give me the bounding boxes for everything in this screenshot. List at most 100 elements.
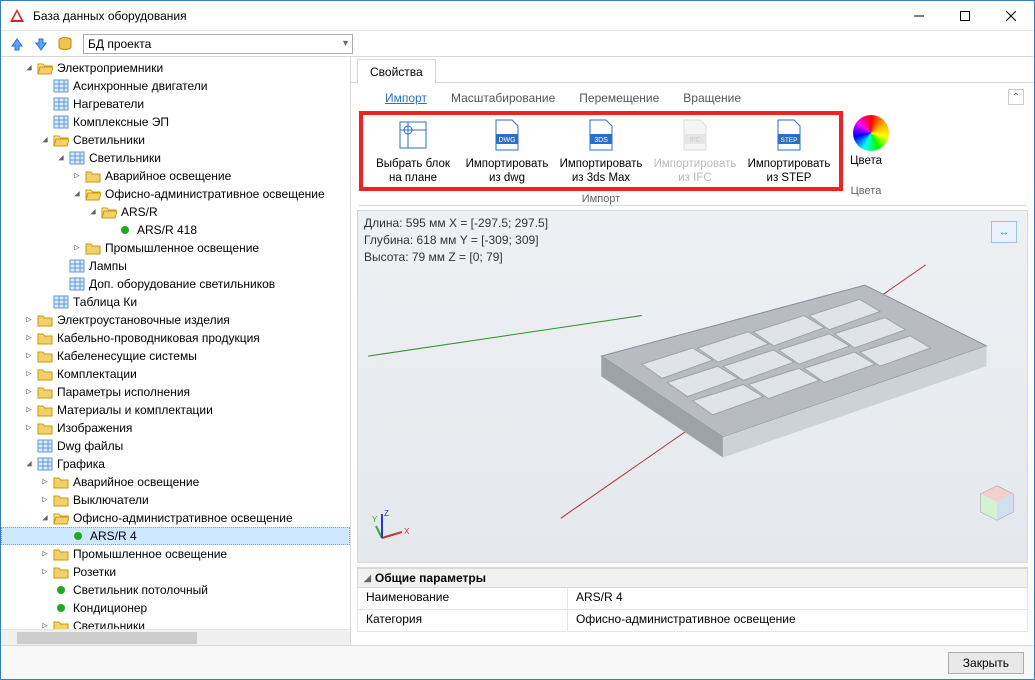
tree-toggle[interactable] xyxy=(39,495,51,505)
tree-row[interactable]: Светильники xyxy=(1,149,350,167)
property-row[interactable]: КатегорияОфисно-административное освещен… xyxy=(357,610,1028,632)
tree-row[interactable]: Материалы и комплектации xyxy=(1,401,350,419)
tree-toggle[interactable] xyxy=(23,63,35,73)
tree-row[interactable]: Аварийное освещение xyxy=(1,167,350,185)
import-dwg-button[interactable]: DWG Импортировать из dwg xyxy=(463,117,551,185)
tree-label: ARS/R 4 xyxy=(88,529,139,543)
tree-row[interactable]: Таблица Ки xyxy=(1,293,350,311)
tree-toggle[interactable] xyxy=(39,513,51,523)
tree-row[interactable]: Промышленное освещение xyxy=(1,239,350,257)
property-value[interactable]: Офисно-административное освещение xyxy=(568,610,1027,631)
tree-toggle[interactable] xyxy=(39,549,51,559)
tree-row[interactable]: Dwg файлы xyxy=(1,437,350,455)
ribbon-collapse-button[interactable]: ⌃ xyxy=(1008,89,1024,105)
tree-row[interactable]: Параметры исполнения xyxy=(1,383,350,401)
tree-toggle[interactable] xyxy=(23,315,35,325)
tree-toggle[interactable] xyxy=(39,567,51,577)
tree-row[interactable]: Кабеленесущие системы xyxy=(1,347,350,365)
tree-row[interactable]: Светильник потолочный xyxy=(1,581,350,599)
tree-toggle[interactable] xyxy=(71,189,83,199)
folder-open-icon xyxy=(53,510,69,526)
tree-row[interactable]: Электроустановочные изделия xyxy=(1,311,350,329)
tree-row[interactable]: ARS/R xyxy=(1,203,350,221)
folder-icon xyxy=(37,348,53,364)
tree-row[interactable]: Выключатели xyxy=(1,491,350,509)
folder-icon xyxy=(53,546,69,562)
tree-toggle[interactable] xyxy=(55,153,67,163)
tree-row[interactable]: Светильники xyxy=(1,131,350,149)
database-selector[interactable]: БД проекта xyxy=(83,34,353,54)
tree-toggle[interactable] xyxy=(71,171,83,181)
tree-row[interactable]: Кондиционер xyxy=(1,599,350,617)
import-3ds-button[interactable]: 3DS Импортировать из 3ds Max xyxy=(557,117,645,185)
equipment-tree[interactable]: ЭлектроприемникиАсинхронные двигателиНаг… xyxy=(1,57,350,637)
tree-row[interactable]: Комплексные ЭП xyxy=(1,113,350,131)
tree-toggle[interactable] xyxy=(39,135,51,145)
tree-toggle[interactable] xyxy=(23,459,35,469)
tree-row[interactable]: Аварийное освещение xyxy=(1,473,350,491)
tree-label: Доп. оборудование светильников xyxy=(87,277,277,291)
import-step-button[interactable]: STEP Импортировать из STEP xyxy=(745,117,833,185)
tree-toggle[interactable] xyxy=(23,351,35,361)
ribbon-tab-import[interactable]: Импорт xyxy=(385,91,427,105)
dwg-icon: DWG xyxy=(489,117,525,153)
properties-header[interactable]: Общие параметры xyxy=(357,568,1028,588)
tree-row[interactable]: ARS/R 418 xyxy=(1,221,350,239)
tree-row[interactable]: Графика xyxy=(1,455,350,473)
property-value[interactable]: ARS/R 4 xyxy=(568,588,1027,609)
tree-row[interactable]: Розетки xyxy=(1,563,350,581)
ribbon-tab-scale[interactable]: Масштабирование xyxy=(451,91,555,105)
tree-row[interactable]: Офисно-административное освещение xyxy=(1,185,350,203)
table-icon xyxy=(69,150,85,166)
tree-row[interactable]: Кабельно-проводниковая продукция xyxy=(1,329,350,347)
table-icon xyxy=(69,276,85,292)
tree-toggle[interactable] xyxy=(23,387,35,397)
tree-label: Таблица Ки xyxy=(71,295,139,309)
nav-up-button[interactable] xyxy=(7,34,27,54)
database-icon[interactable] xyxy=(55,34,75,54)
table-icon xyxy=(53,114,69,130)
ribbon-group-label-colors: Цвета xyxy=(851,185,882,197)
ribbon-tab-move[interactable]: Перемещение xyxy=(579,91,659,105)
tree-row[interactable]: Лампы xyxy=(1,257,350,275)
tree-toggle[interactable] xyxy=(39,477,51,487)
main-toolbar: БД проекта xyxy=(1,31,1034,57)
color-wheel-icon[interactable] xyxy=(853,115,889,151)
tree-label: Графика xyxy=(55,457,107,471)
tree-row[interactable]: Изображения xyxy=(1,419,350,437)
close-button[interactable] xyxy=(988,1,1034,31)
svg-text:STEP: STEP xyxy=(781,137,798,144)
tree-label: Кабеленесущие системы xyxy=(55,349,199,363)
tree-toggle[interactable] xyxy=(23,405,35,415)
folder-icon xyxy=(37,312,53,328)
tree-row[interactable]: Асинхронные двигатели xyxy=(1,77,350,95)
tree-row[interactable]: ARS/R 4 xyxy=(1,527,350,545)
nav-down-button[interactable] xyxy=(31,34,51,54)
model-viewport[interactable]: Длина: 595 мм X = [-297.5; 297.5] Глубин… xyxy=(357,210,1028,563)
view-cube[interactable] xyxy=(977,482,1017,522)
tree-row[interactable]: Доп. оборудование светильников xyxy=(1,275,350,293)
tree-row[interactable]: Электроприемники xyxy=(1,59,350,77)
horizontal-scrollbar[interactable] xyxy=(1,629,350,645)
close-dialog-button[interactable]: Закрыть xyxy=(948,652,1024,674)
tree-toggle[interactable] xyxy=(23,369,35,379)
maximize-button[interactable] xyxy=(942,1,988,31)
axis-widget[interactable]: XYZ xyxy=(372,508,412,548)
select-block-button[interactable]: Выбрать блок на плане xyxy=(369,117,457,185)
tree-toggle[interactable] xyxy=(87,207,99,217)
tree-row[interactable]: Промышленное освещение xyxy=(1,545,350,563)
ribbon-tab-rotate[interactable]: Вращение xyxy=(683,91,741,105)
property-row[interactable]: НаименованиеARS/R 4 xyxy=(357,588,1028,610)
minimize-button[interactable] xyxy=(896,1,942,31)
folder-icon xyxy=(37,366,53,382)
tab-properties[interactable]: Свойства xyxy=(357,59,436,83)
tree-toggle[interactable] xyxy=(71,243,83,253)
tree-row[interactable]: Комплектации xyxy=(1,365,350,383)
tree-toggle[interactable] xyxy=(23,333,35,343)
tree-label: Комплектации xyxy=(55,367,139,381)
tree-row[interactable]: Нагреватели xyxy=(1,95,350,113)
folder-open-icon xyxy=(101,204,117,220)
svg-text:Y: Y xyxy=(372,515,378,524)
tree-row[interactable]: Офисно-административное освещение xyxy=(1,509,350,527)
tree-toggle[interactable] xyxy=(23,423,35,433)
